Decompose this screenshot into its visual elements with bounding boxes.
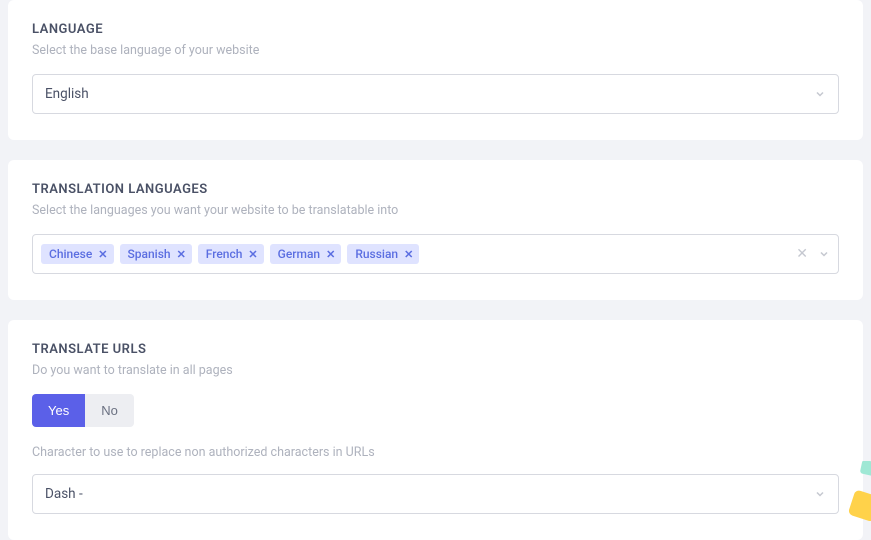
urls-title: TRANSLATE URLS [32,342,839,357]
tag-remove-icon[interactable]: ✕ [98,248,107,261]
translation-subtitle: Select the languages you want your websi… [32,203,839,218]
yes-button[interactable]: Yes [32,394,85,427]
translation-card: TRANSLATION LANGUAGES Select the languag… [8,160,863,300]
language-select[interactable]: English [32,74,839,114]
urls-subtitle: Do you want to translate in all pages [32,363,839,378]
url-char-select[interactable]: Dash - [32,474,839,514]
tag-chinese: Chinese ✕ [41,244,114,264]
url-char-label: Character to use to replace non authoriz… [32,445,839,460]
tag-spanish: Spanish ✕ [120,244,192,264]
language-subtitle: Select the base language of your website [32,43,839,58]
translation-multiselect[interactable]: Chinese ✕ Spanish ✕ French ✕ German ✕ Ru… [32,234,839,274]
clear-all-icon[interactable]: ✕ [796,246,808,262]
translate-all-toggle: Yes No [32,394,134,427]
tag-remove-icon[interactable]: ✕ [404,248,413,261]
translate-urls-card: TRANSLATE URLS Do you want to translate … [8,320,863,540]
chevron-down-icon [814,488,826,500]
tag-label: German [278,247,320,261]
language-select-value: English [45,86,814,102]
tag-label: Russian [355,247,398,261]
language-title: LANGUAGE [32,22,839,37]
tag-german: German ✕ [270,244,342,264]
tag-remove-icon[interactable]: ✕ [177,248,186,261]
url-char-value: Dash - [45,486,814,502]
tag-french: French ✕ [198,244,264,264]
tag-remove-icon[interactable]: ✕ [248,248,257,261]
tag-remove-icon[interactable]: ✕ [326,248,335,261]
no-button[interactable]: No [85,394,134,427]
tag-label: Chinese [49,247,92,261]
chevron-down-icon[interactable] [818,248,830,260]
tag-label: French [206,247,243,261]
translation-title: TRANSLATION LANGUAGES [32,182,839,197]
tag-label: Spanish [128,247,171,261]
multiselect-actions: ✕ [796,246,830,262]
tag-russian: Russian ✕ [347,244,419,264]
chevron-down-icon [814,88,826,100]
language-card: LANGUAGE Select the base language of you… [8,0,863,140]
